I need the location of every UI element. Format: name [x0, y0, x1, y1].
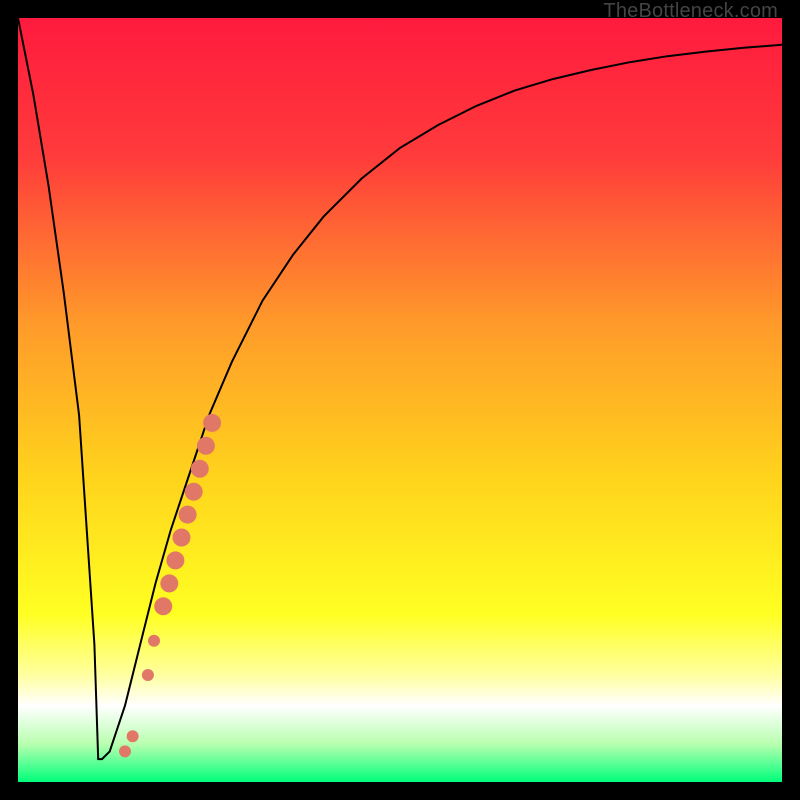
plot-area [18, 18, 782, 782]
marker-point [191, 460, 209, 478]
watermark-text: TheBottleneck.com [603, 0, 778, 23]
marker-point [160, 574, 178, 592]
marker-point [203, 414, 221, 432]
marker-point [148, 635, 160, 647]
marker-point [173, 529, 191, 547]
chart-stage: TheBottleneck.com [0, 0, 800, 800]
marker-point [142, 669, 154, 681]
marker-point [154, 597, 172, 615]
marker-point [197, 437, 215, 455]
marker-point [127, 730, 139, 742]
marker-point [166, 551, 184, 569]
curve-overlay [18, 18, 782, 782]
marker-point [185, 483, 203, 501]
bottleneck-curve [18, 18, 782, 759]
highlight-markers [119, 414, 221, 758]
marker-point [179, 506, 197, 524]
marker-point [119, 745, 131, 757]
